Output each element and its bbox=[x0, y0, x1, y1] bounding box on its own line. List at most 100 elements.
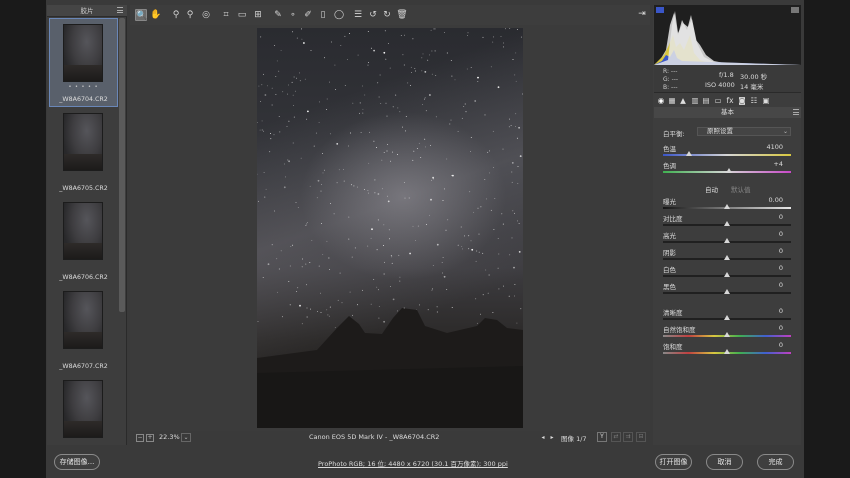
swap-view-icon[interactable]: ⇄ bbox=[611, 432, 621, 442]
zoom-level: 22.3% bbox=[159, 433, 180, 441]
crop-icon[interactable]: ⌗ bbox=[220, 9, 232, 21]
slider-value[interactable]: 0 bbox=[779, 324, 783, 332]
slider-label: 曝光 bbox=[663, 198, 676, 206]
rotate-right-icon[interactable]: ↻ bbox=[381, 9, 393, 21]
histogram bbox=[654, 5, 801, 65]
hand-icon[interactable]: ✋ bbox=[150, 9, 162, 21]
filmstrip-scrollbar[interactable] bbox=[119, 18, 125, 312]
preferences-icon[interactable]: ☰ bbox=[352, 9, 364, 21]
thumbnail-image bbox=[63, 380, 103, 438]
copy-settings-icon[interactable]: ⇉ bbox=[623, 432, 633, 442]
thumbnail-label: _W8A6704.CR2 bbox=[59, 96, 108, 103]
lens-tab-icon[interactable]: ▭ bbox=[713, 96, 723, 106]
presets-tab-icon[interactable]: ☷ bbox=[749, 96, 759, 106]
zoom-icon[interactable]: 🔍 bbox=[135, 9, 147, 21]
filmstrip-menu-icon[interactable] bbox=[117, 7, 123, 14]
white-balance-icon[interactable]: ⚲ bbox=[170, 9, 182, 21]
filmstrip-item[interactable]: • • • • • _W8A6704.CR2 bbox=[49, 18, 118, 107]
straighten-icon[interactable]: ▭ bbox=[236, 9, 248, 21]
thumbnail-label: _W8A6707.CR2 bbox=[59, 363, 108, 370]
panel-menu-icon[interactable] bbox=[793, 109, 799, 116]
slider-label: 自然饱和度 bbox=[663, 326, 696, 334]
red-eye-icon[interactable]: ∘ bbox=[287, 9, 299, 21]
slider-value[interactable]: 0 bbox=[779, 281, 783, 289]
temp-slider-thumb[interactable] bbox=[686, 151, 692, 156]
temp-value[interactable]: 4100 bbox=[766, 143, 783, 151]
slider-value[interactable]: 0 bbox=[779, 247, 783, 255]
slider-label: 饱和度 bbox=[663, 343, 683, 351]
slider-value[interactable]: 0 bbox=[779, 213, 783, 221]
white-balance-select[interactable]: 原照设置 ⌄ bbox=[697, 127, 791, 136]
slider-thumb[interactable] bbox=[724, 289, 730, 294]
camera-calibration-tab-icon[interactable]: ◙ bbox=[737, 96, 747, 106]
tint-slider-thumb[interactable] bbox=[726, 168, 732, 173]
slider-value[interactable]: 0 bbox=[779, 264, 783, 272]
slider-label: 白色 bbox=[663, 266, 676, 274]
aperture: f/1.8 bbox=[719, 71, 734, 79]
radial-filter-icon[interactable]: ◯ bbox=[333, 9, 345, 21]
done-button[interactable]: 完成 bbox=[757, 454, 794, 470]
split-toning-tab-icon[interactable]: ▤ bbox=[701, 96, 711, 106]
export-icon[interactable]: ⇥ bbox=[636, 9, 648, 20]
auto-button[interactable]: 自动 bbox=[705, 184, 718, 194]
basic-tab-icon[interactable]: ◉ bbox=[656, 96, 666, 106]
zoom-out-icon[interactable]: − bbox=[136, 434, 144, 442]
filmstrip-item[interactable]: _W8A6706.CR2 bbox=[50, 197, 117, 284]
thumbnail-label: _W8A6706.CR2 bbox=[59, 274, 108, 281]
graduated-filter-icon[interactable]: ▯ bbox=[317, 9, 329, 21]
shutter-speed: 30.00 秒 bbox=[740, 73, 768, 81]
workflow-options-link[interactable]: ProPhoto RGB; 16 位; 4480 x 6720 (30.1 百万… bbox=[318, 458, 508, 468]
preview-image bbox=[257, 28, 523, 428]
iso: ISO 4000 bbox=[705, 81, 735, 89]
thumbnail-image bbox=[63, 113, 103, 171]
zoom-in-icon[interactable]: + bbox=[146, 434, 154, 442]
rating-dots[interactable]: • • • • • bbox=[50, 84, 117, 90]
trash-icon[interactable]: 🗑 bbox=[396, 9, 408, 21]
toggle-settings-icon[interactable]: ⊟ bbox=[636, 432, 646, 442]
open-image-button[interactable]: 打开图像 bbox=[655, 454, 692, 470]
slider-value[interactable]: 0 bbox=[779, 307, 783, 315]
cancel-button[interactable]: 取消 bbox=[706, 454, 743, 470]
slider-label: 清晰度 bbox=[663, 309, 683, 317]
temp-label: 色温 bbox=[663, 145, 676, 153]
spot-removal-icon[interactable]: ✎ bbox=[272, 9, 284, 21]
filmstrip-title: 胶片 bbox=[47, 5, 127, 17]
slider-thumb[interactable] bbox=[724, 204, 730, 209]
slider-thumb[interactable] bbox=[724, 332, 730, 337]
default-button[interactable]: 默认值 bbox=[731, 184, 751, 194]
slider-thumb[interactable] bbox=[724, 272, 730, 277]
next-image-icon[interactable]: ▸ bbox=[548, 433, 556, 442]
zoom-dropdown[interactable]: ⌄ bbox=[181, 433, 191, 442]
target-adjust-icon[interactable]: ◎ bbox=[200, 9, 212, 21]
tone-curve-tab-icon[interactable]: ▦ bbox=[667, 96, 677, 106]
save-image-button[interactable]: 存储图像... bbox=[54, 454, 100, 470]
filmstrip-item[interactable]: _W8A6707.CR2 bbox=[50, 286, 117, 373]
thumbnail-image bbox=[63, 24, 103, 82]
snapshots-tab-icon[interactable]: ▣ bbox=[761, 96, 771, 106]
panel-title: 基本 bbox=[654, 107, 801, 118]
slider-label: 阴影 bbox=[663, 249, 676, 257]
color-sampler-icon[interactable]: ⚲ bbox=[184, 9, 196, 21]
readout-g: G: --- bbox=[663, 76, 679, 83]
tint-label: 色调 bbox=[663, 162, 676, 170]
tint-value[interactable]: +4 bbox=[773, 160, 783, 168]
effects-tab-icon[interactable]: fx bbox=[725, 96, 735, 106]
slider-value[interactable]: 0.00 bbox=[769, 196, 783, 204]
hsl-tab-icon[interactable]: ▥ bbox=[690, 96, 700, 106]
slider-thumb[interactable] bbox=[724, 315, 730, 320]
transform-icon[interactable]: ⊞ bbox=[252, 9, 264, 21]
slider-thumb[interactable] bbox=[724, 349, 730, 354]
temp-slider[interactable] bbox=[663, 154, 791, 156]
slider-thumb[interactable] bbox=[724, 221, 730, 226]
slider-label: 高光 bbox=[663, 232, 676, 240]
adjustment-brush-icon[interactable]: ✐ bbox=[302, 9, 314, 21]
slider-value[interactable]: 0 bbox=[779, 230, 783, 238]
filmstrip-item[interactable]: _W8A6705.CR2 bbox=[50, 108, 117, 195]
rotate-left-icon[interactable]: ↺ bbox=[367, 9, 379, 21]
slider-value[interactable]: 0 bbox=[779, 341, 783, 349]
slider-thumb[interactable] bbox=[724, 238, 730, 243]
detail-tab-icon[interactable]: ▲ bbox=[678, 96, 688, 106]
slider-thumb[interactable] bbox=[724, 255, 730, 260]
prev-image-icon[interactable]: ◂ bbox=[539, 433, 547, 442]
before-after-toggle[interactable]: Y bbox=[597, 432, 607, 442]
